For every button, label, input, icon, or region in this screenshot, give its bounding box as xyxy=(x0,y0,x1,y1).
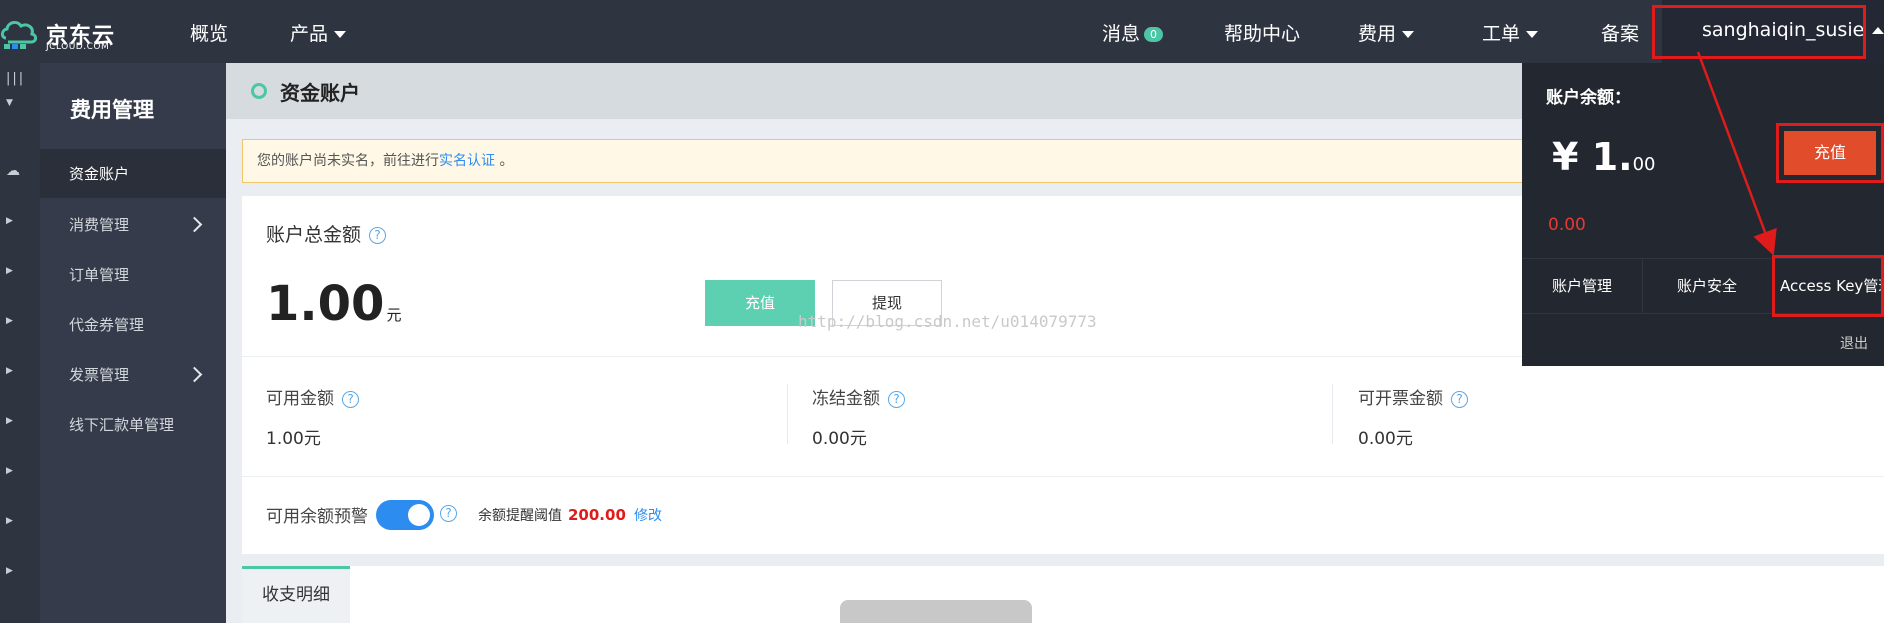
help-icon[interactable]: ? xyxy=(440,505,457,522)
alert-text-prefix: 您的账户尚未实名，前往进行 xyxy=(257,153,439,169)
sidebar-title: 费用管理 xyxy=(70,98,154,122)
page-title: 资金账户 xyxy=(280,81,360,105)
chevron-down-icon xyxy=(1402,31,1415,38)
frozen-amount-heading: 冻结金额? xyxy=(812,384,905,409)
account-dropdown-panel: 账户余额： ¥ 1.00 充值 0.00 账户管理 账户安全 Access Ke… xyxy=(1522,63,1884,366)
brand-logo[interactable]: 京东云 JCLOUD.COM xyxy=(0,14,120,52)
verification-alert: 您的账户尚未实名，前往进行实名认证 。 xyxy=(242,139,1642,183)
alert-text-suffix: 。 xyxy=(499,153,514,169)
caret-right-icon[interactable]: ▶ xyxy=(6,216,13,226)
divider xyxy=(787,384,788,444)
help-icon[interactable]: ? xyxy=(1451,390,1468,408)
nav-help-center[interactable]: 帮助中心 xyxy=(1224,19,1300,46)
nav-filing[interactable]: 备案 xyxy=(1601,19,1639,46)
available-amount-label: 可用金额 xyxy=(266,389,334,409)
nav-billing-label: 费用 xyxy=(1358,23,1397,45)
chevron-up-icon xyxy=(1872,27,1884,34)
account-security-link[interactable]: 账户安全 xyxy=(1642,259,1772,313)
sidebar-item-fund-account[interactable]: 资金账户 xyxy=(40,150,226,198)
help-icon[interactable]: ? xyxy=(342,390,359,408)
sidebar-item-offline-remittance[interactable]: 线下汇款单管理 xyxy=(40,401,226,449)
threshold-value: 200.00 xyxy=(568,506,626,524)
top-nav-bar: 京东云 JCLOUD.COM 概览 产品 消息 0 帮助中心 费用 工单 备案 s… xyxy=(0,0,1884,63)
balance-decimal: 00 xyxy=(1632,154,1656,175)
caret-right-icon[interactable]: ▶ xyxy=(6,516,13,526)
divider xyxy=(242,476,1884,477)
billing-sidebar: 费用管理 资金账户 消费管理 订单管理 代金券管理 发票管理 线下汇款单管理 xyxy=(40,63,226,623)
balance-title: 账户余额： xyxy=(1546,88,1631,108)
highlight-box-access-key xyxy=(1772,255,1884,317)
modify-threshold-link[interactable]: 修改 xyxy=(634,505,662,525)
total-amount-value: 1.00 xyxy=(266,276,385,332)
sidebar-item-label: 消费管理 xyxy=(69,216,130,234)
nav-products[interactable]: 产品 xyxy=(290,19,347,46)
total-amount-heading: 账户总金额? xyxy=(266,220,387,247)
chevron-down-icon xyxy=(334,31,347,38)
available-amount-heading: 可用金额? xyxy=(266,384,359,409)
balance-warning-toggle[interactable] xyxy=(376,500,434,530)
sidebar-item-label: 发票管理 xyxy=(69,366,130,384)
icon-rail: ||| ▼ ☁ ▶ ▶ ▶ ▶ ▶ ▶ ▶ ▶ xyxy=(0,63,40,623)
nav-overview[interactable]: 概览 xyxy=(190,19,228,46)
chevron-down-icon xyxy=(1526,31,1539,38)
loading-placeholder xyxy=(840,600,1032,623)
total-amount: 1.00 元 xyxy=(266,276,401,332)
chevron-right-icon xyxy=(186,366,203,383)
invoiceable-amount-heading: 可开票金额? xyxy=(1358,384,1468,409)
chevron-right-icon xyxy=(186,216,203,233)
toggle-knob xyxy=(408,504,430,526)
grid-icon[interactable]: ||| xyxy=(6,71,25,86)
divider xyxy=(1332,384,1333,444)
caret-down-icon[interactable]: ▼ xyxy=(6,98,13,108)
dropdown-recharge-button[interactable]: 充值 xyxy=(1784,131,1876,175)
nav-billing[interactable]: 费用 xyxy=(1358,19,1415,46)
invoiceable-amount-value: 0.00元 xyxy=(1358,429,1413,449)
nav-tickets-label: 工单 xyxy=(1482,23,1521,45)
highlight-box-user xyxy=(1652,5,1866,59)
invoiceable-amount-label: 可开票金额 xyxy=(1358,389,1443,409)
caret-right-icon[interactable]: ▶ xyxy=(6,566,13,576)
caret-right-icon[interactable]: ▶ xyxy=(6,266,13,276)
available-amount-value: 1.00元 xyxy=(266,429,321,449)
balance-warning-label: 可用余额预警 xyxy=(266,507,368,527)
balance-amount: ¥ 1.00 xyxy=(1552,135,1655,179)
sidebar-item-orders[interactable]: 订单管理 xyxy=(40,251,226,299)
circle-icon xyxy=(251,83,267,99)
sidebar-item-vouchers[interactable]: 代金券管理 xyxy=(40,301,226,349)
account-management-link[interactable]: 账户管理 xyxy=(1522,259,1642,313)
cloud-logo-icon xyxy=(0,20,38,49)
pending-amount: 0.00 xyxy=(1548,215,1586,235)
frozen-amount-label: 冻结金额 xyxy=(812,389,880,409)
currency-symbol: ¥ xyxy=(1552,135,1579,179)
threshold-text: 余额提醒阈值 200.00 xyxy=(478,505,626,525)
sidebar-item-invoices[interactable]: 发票管理 xyxy=(40,351,226,399)
watermark-text: http://blog.csdn.net/u014079773 xyxy=(798,312,1097,331)
tab-income-expense-details[interactable]: 收支明细 xyxy=(242,566,350,623)
nav-tickets[interactable]: 工单 xyxy=(1482,19,1539,46)
caret-right-icon[interactable]: ▶ xyxy=(6,316,13,326)
total-amount-label: 账户总金额 xyxy=(266,224,362,246)
messages-count-badge: 0 xyxy=(1144,27,1164,42)
frozen-amount-value: 0.00元 xyxy=(812,429,867,449)
sidebar-item-consumption[interactable]: 消费管理 xyxy=(40,201,226,249)
help-icon[interactable]: ? xyxy=(888,390,905,408)
total-amount-unit: 元 xyxy=(386,306,402,324)
caret-right-icon[interactable]: ▶ xyxy=(6,366,13,376)
detail-tabs: 收支明细 xyxy=(242,566,1884,623)
cloud-icon[interactable]: ☁ xyxy=(6,163,20,179)
caret-right-icon[interactable]: ▶ xyxy=(6,416,13,426)
nav-messages-label: 消息 xyxy=(1102,23,1141,45)
nav-products-label: 产品 xyxy=(290,23,329,45)
real-name-auth-link[interactable]: 实名认证 xyxy=(439,153,495,169)
brand-sub: JCLOUD.COM xyxy=(46,42,110,52)
threshold-label: 余额提醒阈值 xyxy=(478,508,562,524)
logout-link[interactable]: 退出 xyxy=(1840,333,1868,353)
balance-integer: 1. xyxy=(1591,135,1633,179)
caret-right-icon[interactable]: ▶ xyxy=(6,466,13,476)
help-icon[interactable]: ? xyxy=(369,227,387,244)
nav-messages[interactable]: 消息 0 xyxy=(1102,19,1164,46)
